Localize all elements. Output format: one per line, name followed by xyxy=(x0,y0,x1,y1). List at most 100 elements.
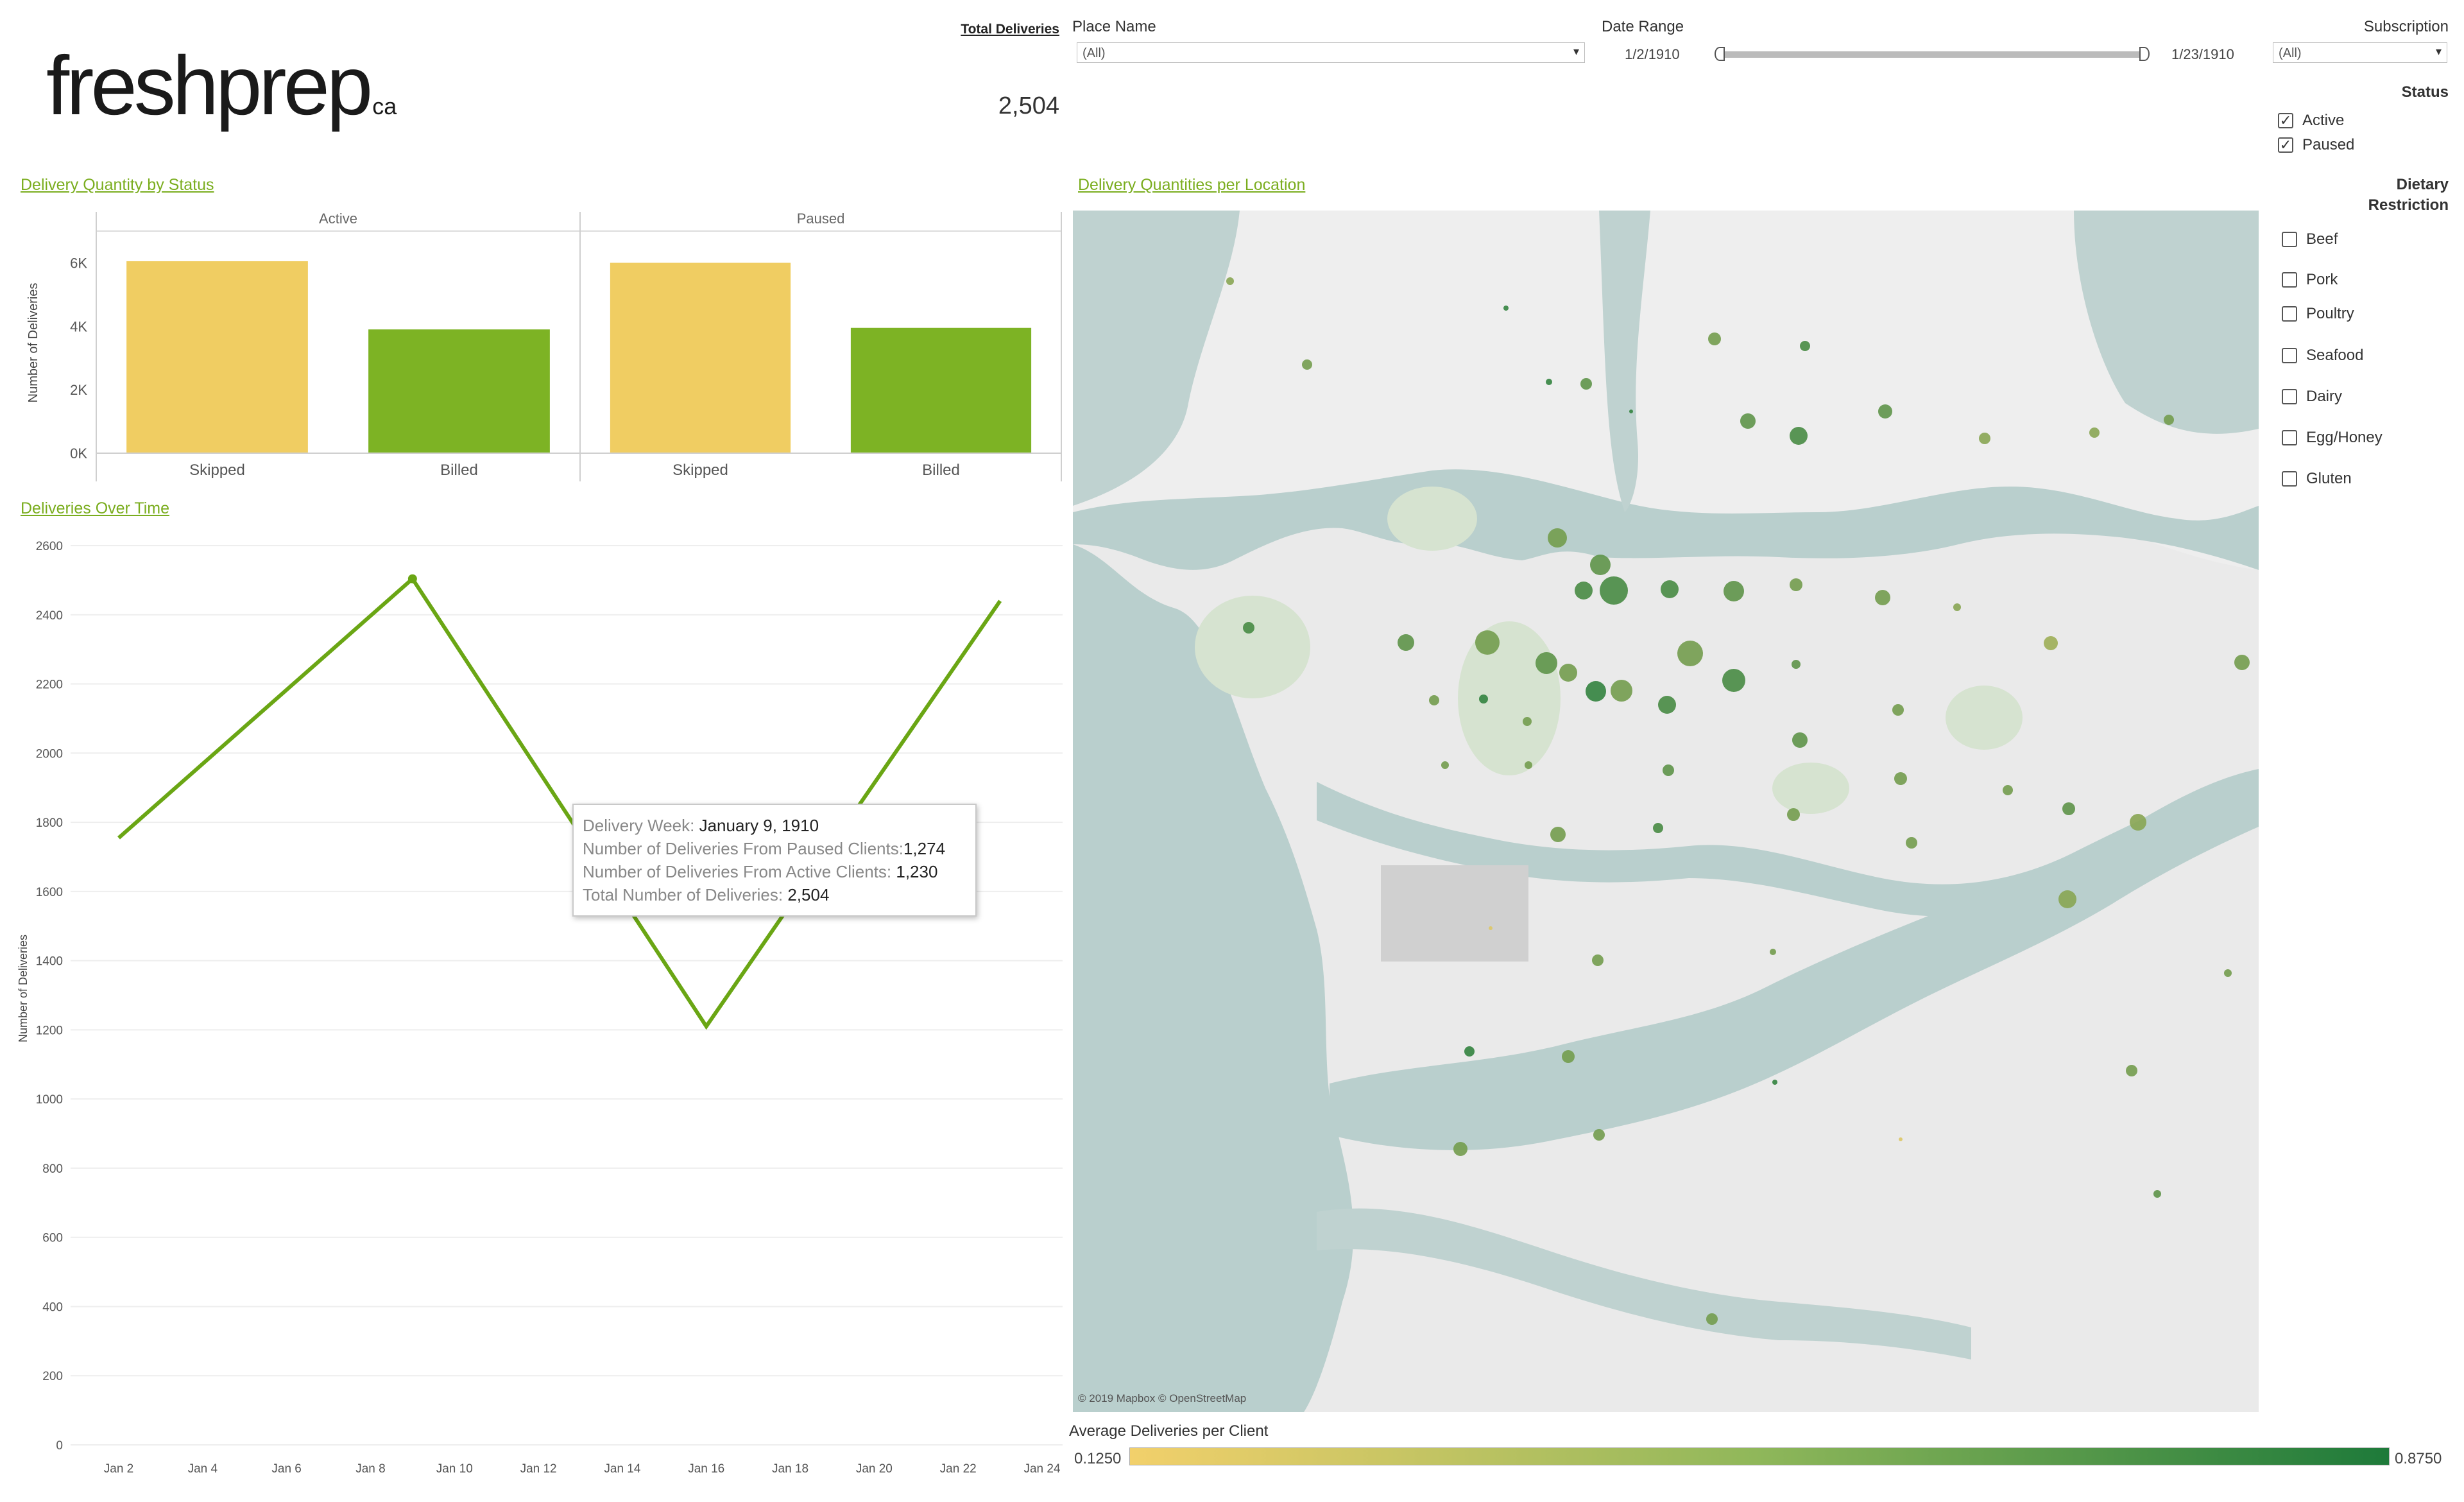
map-location-dot[interactable] xyxy=(1899,1137,1903,1141)
bar-active-skipped[interactable] xyxy=(126,261,308,453)
map-location-dot[interactable] xyxy=(1550,827,1566,842)
map-location-dot[interactable] xyxy=(2164,415,2174,425)
map-location-dot[interactable] xyxy=(1593,1129,1605,1141)
dietary-pork-checkbox[interactable]: Pork xyxy=(2282,271,2338,289)
map-location-dot[interactable] xyxy=(1600,576,1628,605)
map-location-dot[interactable] xyxy=(1894,772,1907,785)
map-location-dot[interactable] xyxy=(1523,717,1532,726)
status-paused-checkbox[interactable]: ✓ Paused xyxy=(2278,136,2354,154)
map-location-dot[interactable] xyxy=(1611,680,1632,702)
map-location-dot[interactable] xyxy=(1787,808,1800,821)
status-label: Status xyxy=(2401,83,2449,101)
map-location-dot[interactable] xyxy=(1629,410,1633,413)
map-location-dot[interactable] xyxy=(2003,785,2013,795)
line-y-tick: 400 xyxy=(42,1300,63,1314)
map-location-dot[interactable] xyxy=(1548,528,1567,548)
map-location-dot[interactable] xyxy=(1906,837,1917,849)
map-location-dot[interactable] xyxy=(1772,1080,1777,1085)
subscription-dropdown[interactable]: (All) ▾ xyxy=(2273,42,2447,63)
map-location-dot[interactable] xyxy=(1724,581,1744,601)
map-location-dot[interactable] xyxy=(1453,1142,1467,1156)
map-location-dot[interactable] xyxy=(1800,341,1810,351)
map-location-dot[interactable] xyxy=(1953,603,1961,611)
map-location-dot[interactable] xyxy=(2153,1190,2161,1198)
map-location-dot[interactable] xyxy=(1243,622,1254,634)
map-location-dot[interactable] xyxy=(1792,660,1801,669)
map-location-dot[interactable] xyxy=(1663,764,1674,776)
status-active-checkbox[interactable]: ✓ Active xyxy=(2278,112,2344,130)
map-location-dot[interactable] xyxy=(1562,1050,1575,1063)
date-range-end-handle[interactable] xyxy=(2139,47,2150,61)
map-location-dot[interactable] xyxy=(1740,413,1756,429)
map-location-dot[interactable] xyxy=(1546,379,1552,385)
map-location-dot[interactable] xyxy=(1525,761,1532,769)
map-location-dot[interactable] xyxy=(1792,732,1808,748)
dietary-egg-honey-label: Egg/Honey xyxy=(2306,429,2383,446)
map-park xyxy=(1772,763,1849,814)
dietary-dairy-checkbox[interactable]: Dairy xyxy=(2282,388,2342,406)
map-location-dot[interactable] xyxy=(1398,634,1414,651)
bar-active-billed[interactable] xyxy=(368,329,550,453)
map-location-dot[interactable] xyxy=(1892,704,1904,716)
map-location-dot[interactable] xyxy=(1677,641,1703,666)
map-location-dot[interactable] xyxy=(1790,578,1802,591)
map-location-dot[interactable] xyxy=(1464,1046,1475,1057)
map-location-dot[interactable] xyxy=(1226,277,1234,285)
bar-paused-skipped[interactable] xyxy=(610,263,791,453)
map-location-dot[interactable] xyxy=(2224,969,2232,977)
map-location-dot[interactable] xyxy=(1503,306,1509,311)
dietary-beef-checkbox[interactable]: Beef xyxy=(2282,230,2338,248)
line-x-tick: Jan 24 xyxy=(1023,1462,1060,1476)
map-location-dot[interactable] xyxy=(1979,433,1990,444)
map-location-dot[interactable] xyxy=(2062,802,2075,815)
map-location-dot[interactable] xyxy=(2044,636,2058,650)
dietary-seafood-checkbox[interactable]: Seafood xyxy=(2282,347,2363,365)
map-location-dot[interactable] xyxy=(1722,669,1745,692)
tooltip-paused: Number of Deliveries From Paused Clients… xyxy=(583,837,966,860)
map-location-dot[interactable] xyxy=(1536,652,1557,674)
line-x-tick: Jan 14 xyxy=(604,1462,640,1476)
map-location-dot[interactable] xyxy=(1790,427,1808,445)
map-location-dot[interactable] xyxy=(1575,582,1593,600)
map-location-dot[interactable] xyxy=(1706,1313,1718,1325)
map-location-dot[interactable] xyxy=(1592,954,1604,966)
delivery-map[interactable]: © 2019 Mapbox © OpenStreetMap xyxy=(1073,211,2259,1412)
status-paused-label: Paused xyxy=(2302,136,2355,153)
map-location-dot[interactable] xyxy=(1661,580,1679,598)
date-range-slider-track[interactable] xyxy=(1720,51,2146,58)
checkbox-box xyxy=(2282,430,2297,445)
map-location-dot[interactable] xyxy=(1708,332,1721,345)
map-location-dot[interactable] xyxy=(1770,949,1776,955)
map-location-dot[interactable] xyxy=(1590,555,1611,575)
dietary-gluten-checkbox[interactable]: Gluten xyxy=(2282,470,2352,488)
map-location-dot[interactable] xyxy=(1479,695,1488,704)
map-location-dot[interactable] xyxy=(2126,1065,2137,1076)
map-location-dot[interactable] xyxy=(1441,761,1449,769)
map-location-dot[interactable] xyxy=(1302,359,1312,370)
map-location-dot[interactable] xyxy=(1475,630,1500,655)
map-location-dot[interactable] xyxy=(1658,696,1676,714)
map-location-dot[interactable] xyxy=(2234,655,2250,670)
map-location-dot[interactable] xyxy=(2058,890,2076,908)
map-location-dot[interactable] xyxy=(1559,664,1577,682)
map-location-dot[interactable] xyxy=(1653,823,1663,833)
map-location-dot[interactable] xyxy=(1580,378,1592,390)
map-location-dot[interactable] xyxy=(2089,427,2100,438)
map-location-dot[interactable] xyxy=(2130,814,2146,831)
dietary-poultry-checkbox[interactable]: Poultry xyxy=(2282,305,2354,323)
map-location-dot[interactable] xyxy=(1489,926,1493,930)
line-series[interactable] xyxy=(117,576,1002,1030)
map-location-dot[interactable] xyxy=(1875,590,1890,605)
checkbox-box xyxy=(2282,306,2297,322)
dietary-egg-honey-checkbox[interactable]: Egg/Honey xyxy=(2282,429,2383,447)
bar-y-tick: 4K xyxy=(70,318,87,334)
line-point-highlight[interactable] xyxy=(407,574,417,583)
bar-paused-billed[interactable] xyxy=(850,327,1032,453)
map-location-dot[interactable] xyxy=(1878,404,1892,419)
date-range-start-handle[interactable] xyxy=(1715,47,1725,61)
map-location-dot[interactable] xyxy=(1586,681,1606,702)
map-park xyxy=(1195,596,1310,698)
map-location-dot[interactable] xyxy=(1429,695,1439,705)
place-name-dropdown[interactable]: (All) ▾ xyxy=(1077,42,1585,63)
line-y-tick: 2200 xyxy=(36,678,63,692)
